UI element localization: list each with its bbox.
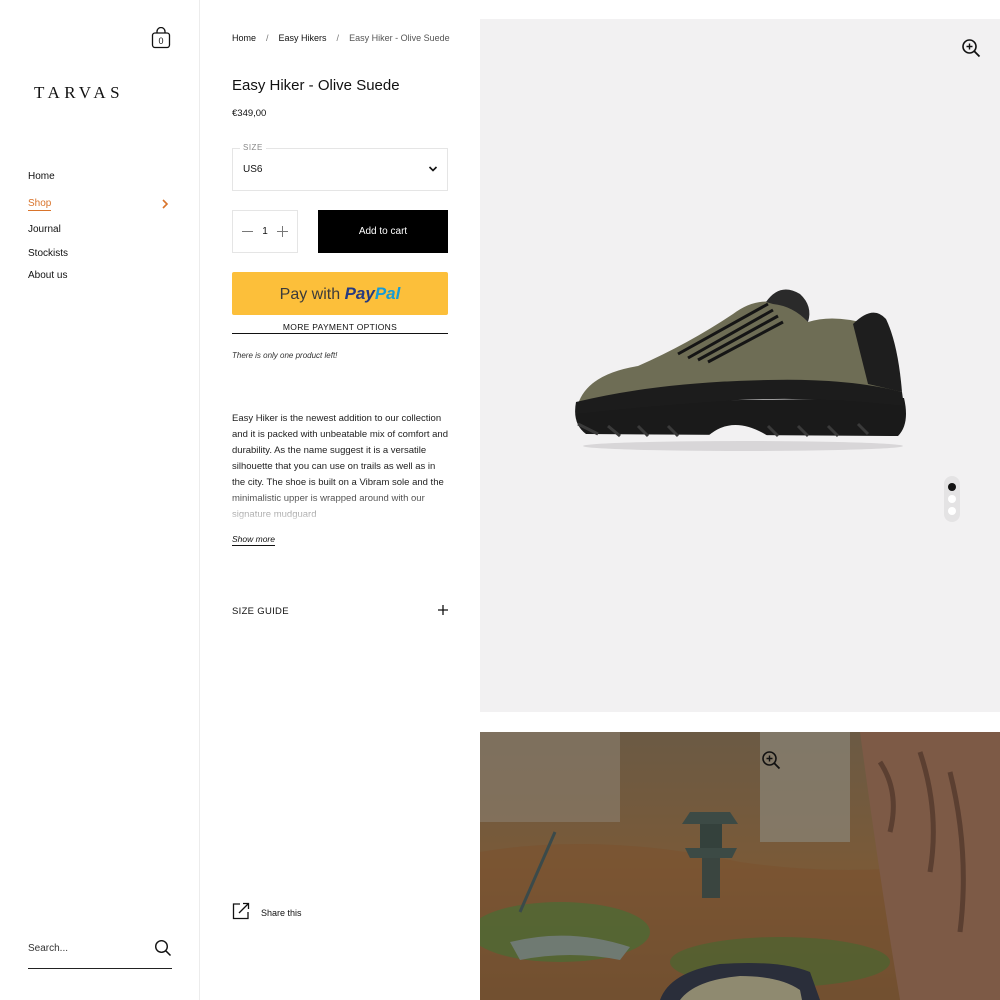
paypal-button[interactable]: Pay with PayPal xyxy=(232,272,448,315)
product-image-lifestyle[interactable] xyxy=(480,732,1000,1000)
more-payment-options-link[interactable]: MORE PAYMENT OPTIONS xyxy=(232,322,448,334)
paypal-logo-pay: Pay xyxy=(344,284,375,303)
product-price: €349,00 xyxy=(232,108,267,119)
gallery-pagination xyxy=(944,476,960,522)
size-value: US6 xyxy=(243,164,263,175)
sidebar: 0 TARVAS Home Shop Journal Stockists Abo… xyxy=(0,0,200,1000)
plus-icon xyxy=(438,605,448,615)
breadcrumb-current: Easy Hiker - Olive Suede xyxy=(349,33,450,43)
size-label: SIZE xyxy=(240,143,266,152)
nav-item-journal[interactable]: Journal xyxy=(28,223,61,237)
chevron-right-icon xyxy=(162,199,169,209)
breadcrumb-home[interactable]: Home xyxy=(232,33,256,43)
zoom-in-icon[interactable] xyxy=(961,38,981,58)
share-label: Share this xyxy=(261,908,302,918)
gallery-dot-1[interactable] xyxy=(948,483,956,491)
breadcrumb-collection[interactable]: Easy Hikers xyxy=(279,33,327,43)
nav-item-about-us[interactable]: About us xyxy=(28,269,67,283)
description-fade xyxy=(232,490,448,522)
brand-logo[interactable]: TARVAS xyxy=(34,83,124,103)
cart-button[interactable]: 0 xyxy=(151,27,171,49)
plus-icon[interactable] xyxy=(277,226,288,237)
nav-item-stockists[interactable]: Stockists xyxy=(28,247,68,261)
nav-item-home[interactable]: Home xyxy=(28,170,55,184)
breadcrumb: Home / Easy Hikers / Easy Hiker - Olive Sued… xyxy=(232,33,450,43)
show-more-link[interactable]: Show more xyxy=(232,534,275,546)
cart-count: 0 xyxy=(158,36,164,46)
lifestyle-photo xyxy=(480,732,1000,1000)
shoe-image xyxy=(575,289,906,451)
chevron-down-icon xyxy=(428,166,438,172)
breadcrumb-separator: / xyxy=(266,33,269,43)
search-bar xyxy=(28,938,172,969)
product-title: Easy Hiker - Olive Suede xyxy=(232,77,400,94)
paypal-prefix: Pay with xyxy=(279,286,341,303)
product-image-main[interactable] xyxy=(480,19,1000,712)
breadcrumb-separator: / xyxy=(336,33,340,43)
stock-note: There is only one product left! xyxy=(232,351,338,360)
gallery-dot-2[interactable] xyxy=(948,495,956,503)
add-to-cart-button[interactable]: Add to cart xyxy=(318,210,448,253)
size-select[interactable]: SIZE US6 xyxy=(232,143,448,191)
paypal-logo-pal: Pal xyxy=(374,284,401,303)
size-guide-toggle[interactable]: SIZE GUIDE xyxy=(232,601,448,619)
zoom-in-icon[interactable] xyxy=(761,750,781,770)
size-guide-label: SIZE GUIDE xyxy=(232,606,289,617)
share-icon xyxy=(232,902,250,920)
search-icon[interactable] xyxy=(154,939,172,957)
nav-item-shop[interactable]: Shop xyxy=(28,197,173,211)
gallery-dot-3[interactable] xyxy=(948,507,956,515)
search-input[interactable] xyxy=(28,938,148,959)
quantity-stepper: 1 xyxy=(232,210,298,253)
